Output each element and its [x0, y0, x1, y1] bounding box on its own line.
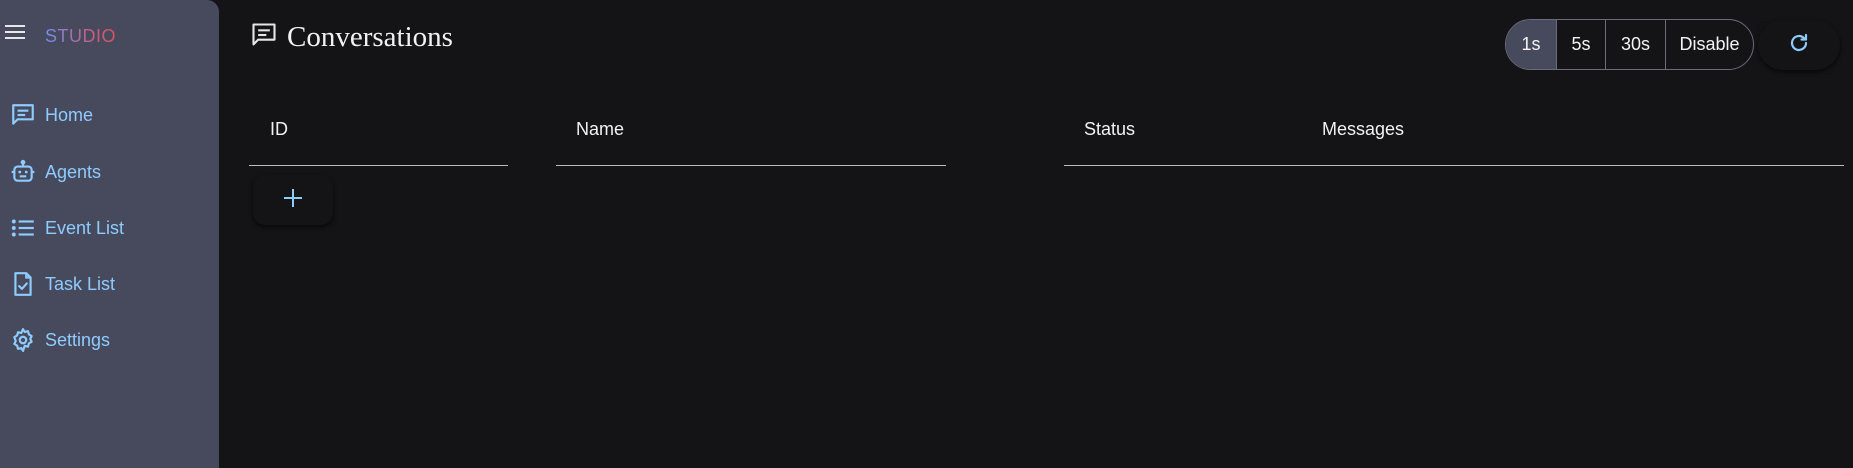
column-header-messages[interactable]: Messages [1322, 118, 1404, 140]
sidebar-item-agents[interactable]: Agents [0, 152, 219, 192]
sidebar: STUDIO Home Agents Event List Task List … [0, 0, 219, 468]
refresh-option-disable[interactable]: Disable [1665, 20, 1753, 69]
task-icon [9, 270, 37, 298]
sidebar-item-label: Agents [45, 161, 102, 182]
brand-logo: STUDIO [45, 26, 117, 46]
app-root: STUDIO Home Agents Event List Task List … [0, 0, 1853, 468]
reload-button[interactable] [1758, 20, 1840, 70]
sidebar-item-label: Settings [45, 329, 111, 350]
refresh-option-1s[interactable]: 1s [1506, 20, 1556, 69]
sidebar-item-settings[interactable]: Settings [0, 320, 219, 360]
chat-icon [9, 101, 37, 129]
column-divider-status-messages [1064, 165, 1844, 166]
list-icon [9, 214, 37, 242]
plus-icon [282, 187, 304, 214]
refresh-option-30s[interactable]: 30s [1605, 20, 1665, 69]
sidebar-item-label: Task List [45, 273, 116, 294]
robot-icon [9, 158, 37, 186]
hamburger-icon [4, 23, 26, 46]
sidebar-item-task-list[interactable]: Task List [0, 264, 219, 304]
refresh-interval-toggle: 1s 5s 30s Disable [1505, 19, 1754, 70]
column-divider-id [249, 165, 508, 166]
column-divider-name [556, 165, 946, 166]
page-title: Conversations [287, 21, 453, 53]
refresh-icon [1787, 31, 1811, 60]
column-header-id[interactable]: ID [270, 118, 288, 140]
menu-toggle-button[interactable] [2, 22, 28, 46]
sidebar-item-label: Home [45, 104, 94, 125]
refresh-option-5s[interactable]: 5s [1556, 20, 1605, 69]
column-header-name[interactable]: Name [576, 118, 624, 140]
sidebar-item-label: Event List [45, 217, 125, 238]
gear-icon [9, 326, 37, 354]
add-conversation-button[interactable] [253, 175, 333, 225]
page-header: Conversations [250, 18, 453, 56]
column-header-status[interactable]: Status [1084, 118, 1135, 140]
sidebar-item-event-list[interactable]: Event List [0, 208, 219, 248]
sidebar-item-home[interactable]: Home [0, 95, 219, 135]
chat-icon [250, 21, 278, 54]
